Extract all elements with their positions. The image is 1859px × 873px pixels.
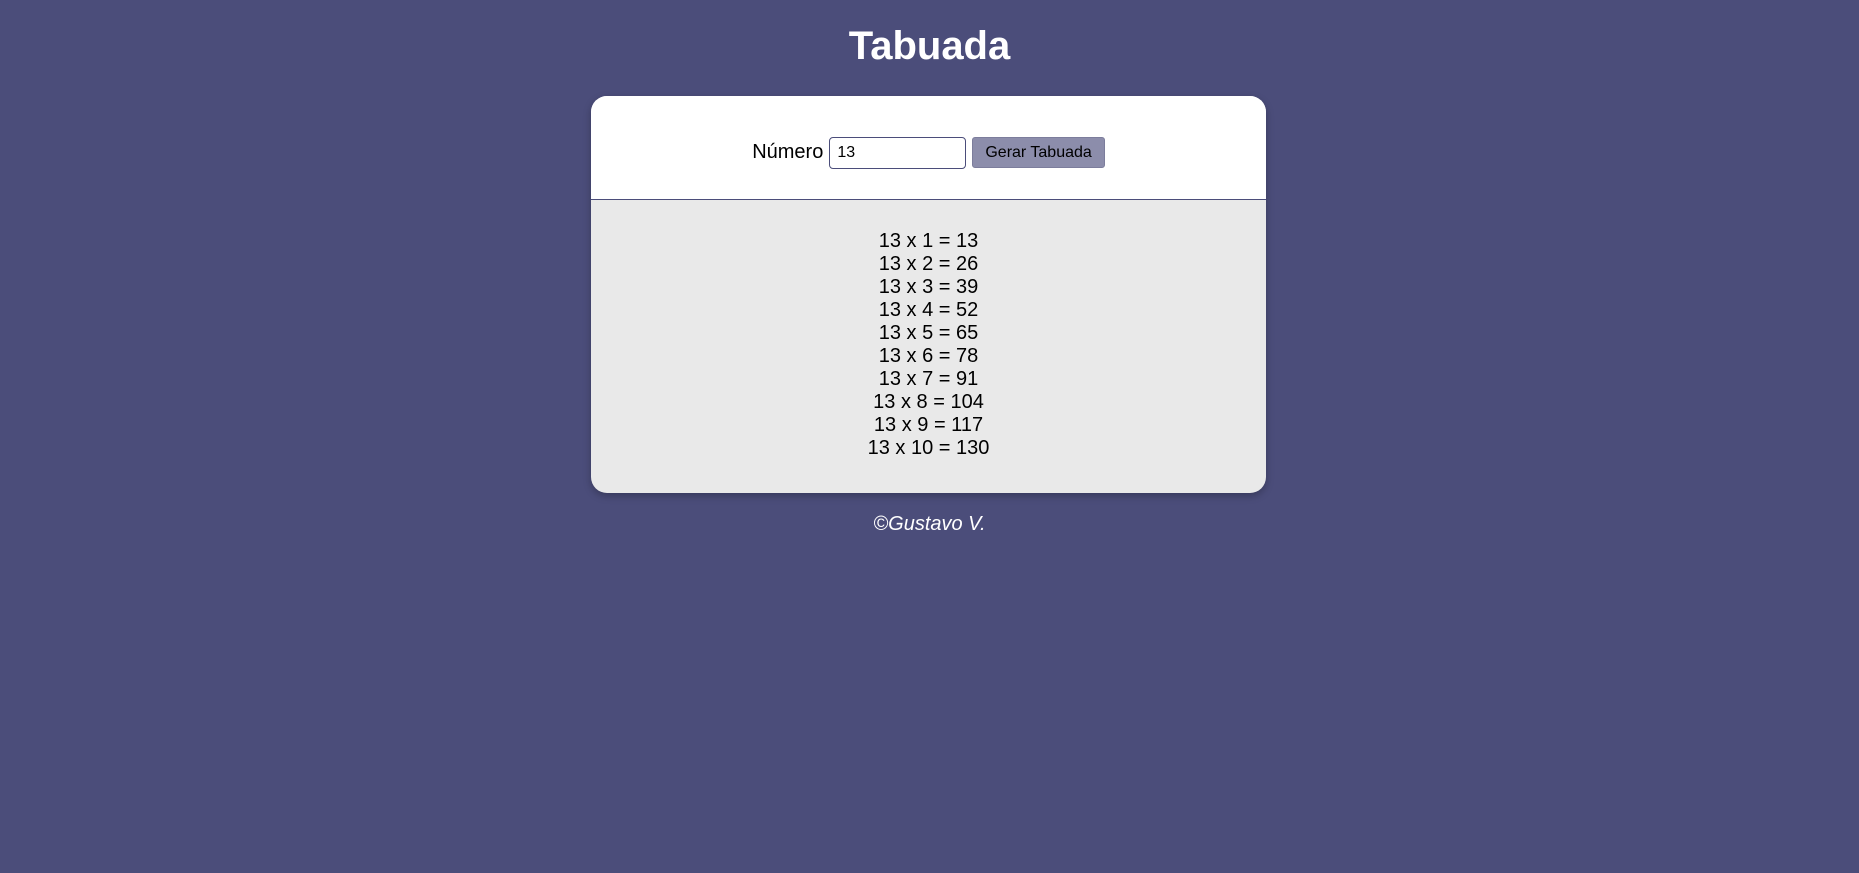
result-item: 13 x 9 = 117 (873, 414, 984, 436)
result-item: 13 x 3 = 39 (878, 276, 979, 298)
number-label: Número (752, 141, 824, 163)
footer-credit: ©Gustavo V. (873, 513, 986, 535)
result-item: 13 x 1 = 13 (878, 230, 979, 252)
page-title: Tabuada (848, 24, 1011, 68)
result-item: 13 x 2 = 26 (878, 253, 979, 275)
results-list: 13 x 1 = 13 13 x 2 = 26 13 x 3 = 39 13 x… (591, 200, 1266, 460)
form-row: Número Gerar Tabuada (752, 136, 1105, 169)
tabuada-card: Número Gerar Tabuada 13 x 1 = 13 13 x 2 … (591, 96, 1266, 493)
input-section: Número Gerar Tabuada (591, 96, 1266, 200)
number-input[interactable] (829, 136, 967, 169)
result-item: 13 x 5 = 65 (878, 322, 979, 344)
result-item: 13 x 6 = 78 (878, 345, 979, 367)
result-item: 13 x 8 = 104 (873, 391, 984, 413)
result-item: 13 x 4 = 52 (878, 299, 979, 321)
generate-table-button[interactable]: Gerar Tabuada (972, 137, 1105, 168)
result-item: 13 x 10 = 130 (867, 437, 990, 459)
result-item: 13 x 7 = 91 (878, 368, 979, 390)
